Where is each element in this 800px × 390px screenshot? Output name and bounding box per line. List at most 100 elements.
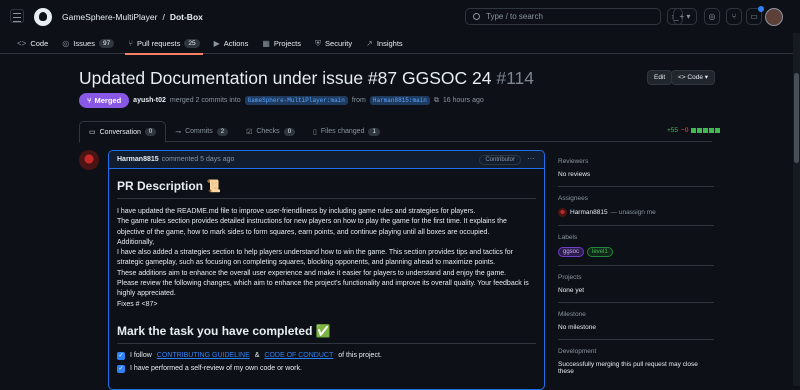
task-text: I follow [130,352,152,360]
tab-label: Conversation [99,128,141,136]
file-diff-icon: ▯ [313,128,317,136]
merge-text: merged 2 commits into [169,97,241,104]
reviewers-label[interactable]: Reviewers [558,158,714,165]
contributing-link[interactable]: CONTRIBUTING GUIDELINE [157,352,250,359]
tab-issues[interactable]: ◎ Issues 97 [55,33,121,54]
table-icon: ▦ [262,39,270,48]
comment-icon: ▭ [89,129,96,136]
repo-link[interactable]: Dot-Box [170,12,203,22]
tab-label: Projects [273,39,302,48]
merge-icon: ⑂ [87,96,92,105]
kebab-menu-icon[interactable]: ··· [527,154,535,163]
breadcrumb-separator: / [162,11,165,22]
search-input[interactable]: Type / to search [465,8,661,25]
pull-request-icon: ⑂ [128,39,133,48]
checkbox-checked-icon[interactable]: ✓ [117,364,125,373]
author-link[interactable]: ayush-t02 [133,97,166,104]
comment-header: Harman8815 commented 5 days ago Contribu… [109,151,544,169]
tab-actions[interactable]: ▶ Actions [207,33,256,54]
code-of-conduct-link[interactable]: CODE OF CONDUCT [264,352,333,359]
task-text: of this project. [338,352,382,360]
task-item: ✓ I have performed a self-review of my o… [117,364,536,373]
pr-description-comment: Harman8815 commented 5 days ago Contribu… [108,150,545,390]
pull-requests-icon[interactable]: ⑂ [726,8,742,25]
tab-label: Checks [256,128,280,135]
development-value: Successfully merging this pull request m… [558,361,698,375]
graph-icon: ↗ [366,39,373,48]
unassign-link[interactable]: — unassign me [611,209,656,216]
count-badge: 97 [98,39,115,48]
status-badge: ⑂ Merged [79,93,130,108]
edit-button[interactable]: Edit [647,70,673,85]
label-tag[interactable]: ggsoc [558,247,585,257]
create-new-button[interactable]: + ▾ [673,8,697,25]
issues-icon[interactable]: ◎ [704,8,720,25]
checklist-icon: ☑ [246,128,253,136]
description-body: I have updated the README.md file to imp… [117,208,529,308]
commit-icon: ⊸ [175,128,182,136]
development-section: Development Successfully merging this pu… [558,340,714,383]
code-button[interactable]: <> Code ▾ [671,70,716,85]
tab-insights[interactable]: ↗ Insights [359,33,410,54]
tab-commits[interactable]: ⊸ Commits 2 [166,121,237,142]
scrollbar[interactable] [793,33,800,386]
labels-label[interactable]: Labels [558,234,714,241]
task-item: ✓ I follow CONTRIBUTING GUIDELINE & CODE… [117,351,536,360]
label-tag[interactable]: level1 [587,247,613,257]
page-title: Updated Documentation under issue #87 GG… [79,68,534,89]
owner-link[interactable]: GameSphere-MultiPlayer [62,12,157,22]
tab-projects[interactable]: ▦ Projects [255,33,308,54]
status-label: Merged [94,96,122,105]
from-text: from [351,97,366,104]
count-badge: 0 [144,128,157,136]
task-text: I have performed a self-review of my own… [130,365,302,373]
menu-icon[interactable] [10,9,24,23]
github-logo-icon[interactable] [34,7,52,26]
checkbox-checked-icon[interactable]: ✓ [117,351,125,360]
tab-code[interactable]: <> Code [10,33,55,54]
milestone-section: Milestone No milestone [558,303,714,340]
commenter-avatar[interactable] [79,150,99,170]
tab-label: Files changed [320,128,365,135]
labels-section: Labels ggsoc level1 [558,226,714,266]
milestone-value: No milestone [558,324,596,331]
description-heading: PR Description 📜 [117,179,536,199]
count-badge: 0 [283,127,296,136]
milestone-label[interactable]: Milestone [558,311,714,318]
scrollbar-thumb[interactable] [794,73,799,163]
tab-checks[interactable]: ☑ Checks 0 [237,121,304,142]
count-badge: 2 [216,127,229,136]
projects-value: None yet [558,287,585,294]
tab-label: Pull requests [137,39,181,48]
tab-files-changed[interactable]: ▯ Files changed 1 [304,121,389,142]
pr-meta: ⑂ Merged ayush-t02 merged 2 commits into … [79,93,484,108]
task-text: & [254,352,260,360]
commenter-link[interactable]: Harman8815 [117,156,159,163]
deletions: −0 [681,127,689,134]
additions: +55 [667,127,679,134]
assignees-label[interactable]: Assignees [558,195,714,202]
pr-number: #114 [496,68,534,88]
shield-icon: ⛨ [315,38,322,48]
search-icon [473,13,480,20]
breadcrumb: GameSphere-MultiPlayer / Dot-Box [62,12,203,22]
reviewers-section: Reviewers No reviews [558,150,714,187]
tab-label: Issues [73,39,95,48]
tab-conversation[interactable]: ▭ Conversation 0 [79,121,167,143]
tab-security[interactable]: ⛨ Security [308,33,359,54]
issue-icon: ◎ [62,39,70,48]
user-avatar[interactable] [765,8,783,26]
base-branch[interactable]: GameSphere-MultiPlayer:main [244,96,348,105]
projects-label[interactable]: Projects [558,274,714,281]
repo-nav: <> Code ◎ Issues 97 ⑂ Pull requests 25 ▶ Actio… [0,33,800,55]
copy-icon[interactable]: ⧉ [434,97,439,105]
projects-section: Projects None yet [558,266,714,303]
head-branch[interactable]: Harman8815:main [369,96,430,105]
development-label[interactable]: Development [558,348,714,355]
play-icon: ▶ [213,39,220,48]
tab-pull-requests[interactable]: ⑂ Pull requests 25 [121,33,206,55]
assignees-section: Assignees Harman8815— unassign me [558,187,714,226]
search-placeholder: Type / to search [486,12,543,21]
assignee-name[interactable]: Harman8815 [570,209,608,216]
tab-label: Code [30,39,49,48]
